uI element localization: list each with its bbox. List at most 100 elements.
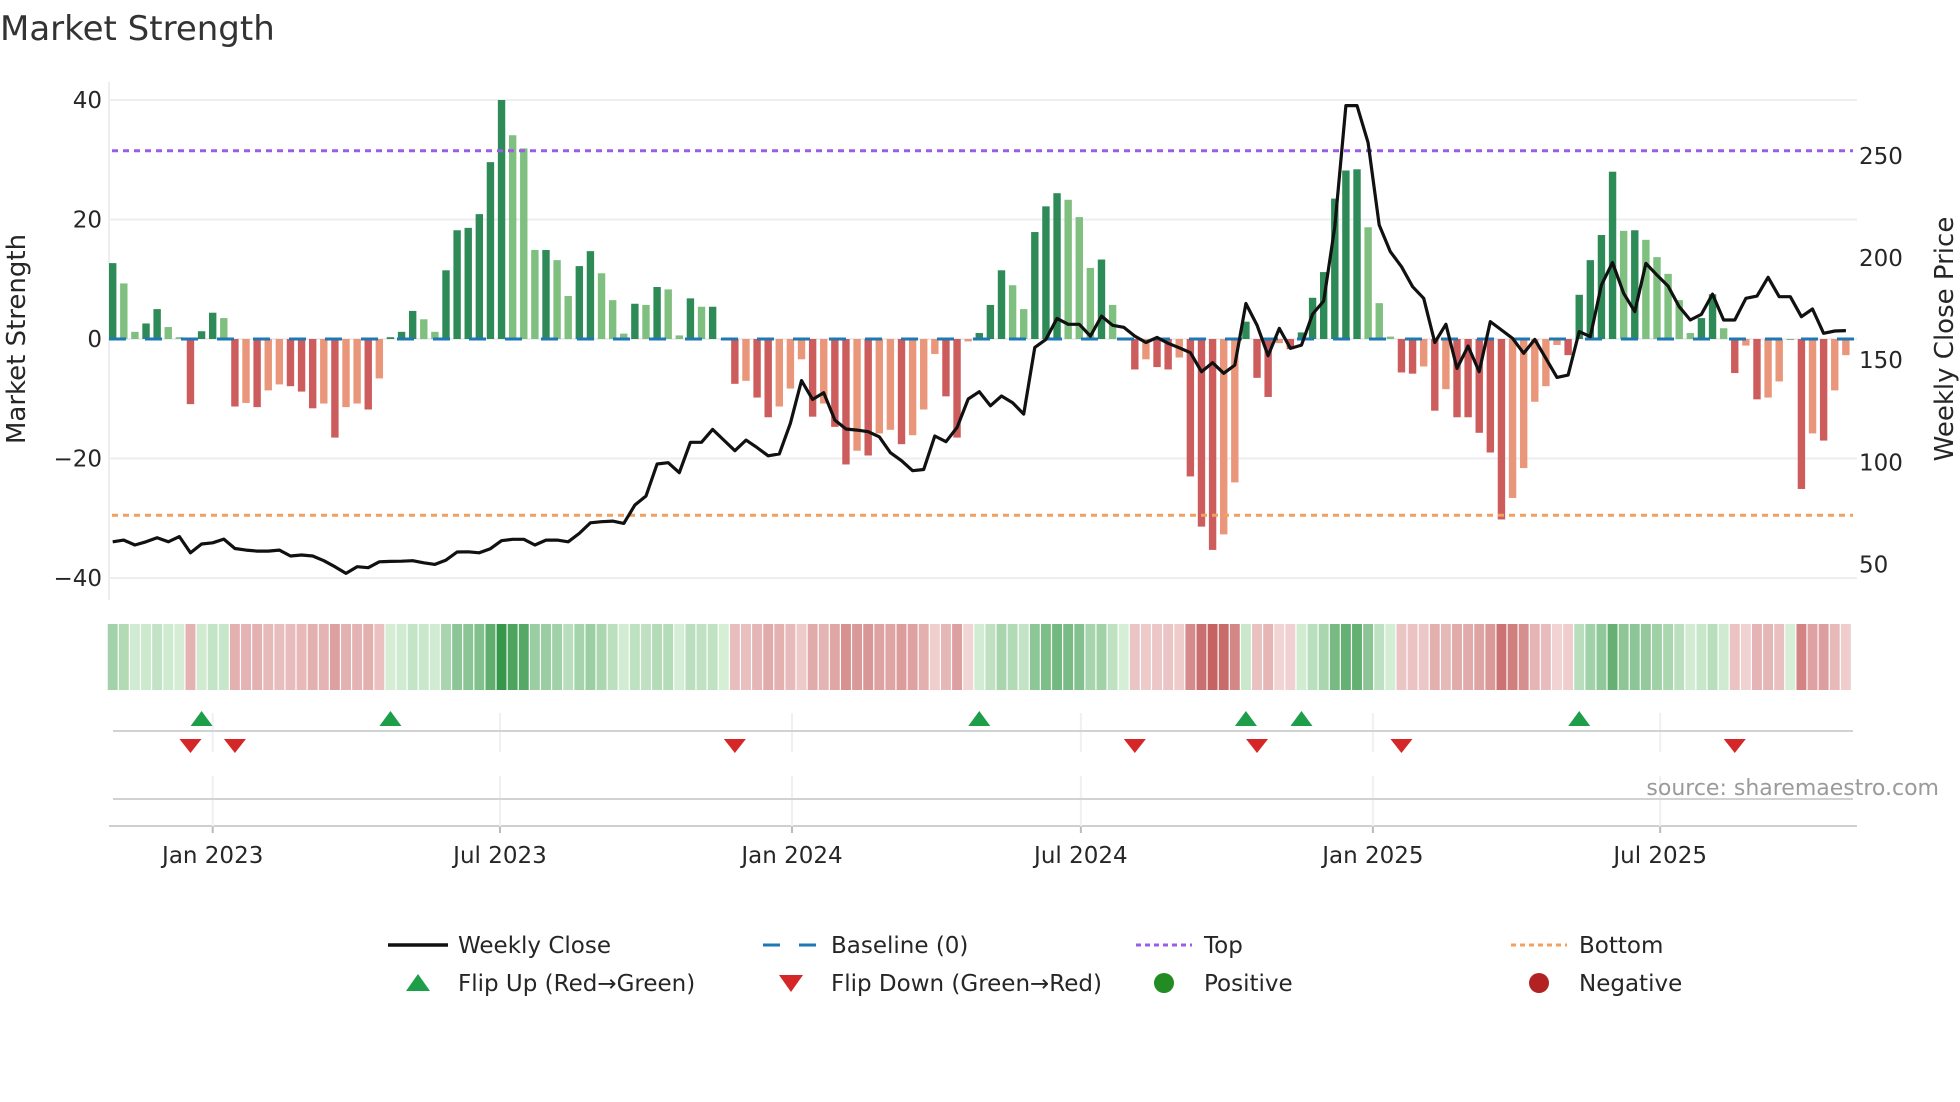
y-left-tick-label: 20 (73, 208, 102, 234)
legend-item-circle-negative: Negative (1529, 971, 1682, 997)
heat-strip-cell (196, 624, 207, 690)
strength-bar-negative (1519, 339, 1528, 469)
heat-strip-cell (1596, 624, 1607, 690)
heat-strip-cell (1785, 624, 1796, 690)
heat-strip-cell (785, 624, 796, 690)
heat-strip-cell (1452, 624, 1462, 690)
heat-strip-cell (652, 624, 663, 690)
heat-strip-cell (341, 624, 351, 690)
x-tick-label: Jan 2024 (739, 843, 842, 869)
heat-strip-cell (485, 624, 496, 690)
heat-strip-cell (241, 624, 251, 690)
heat-strip-cell (929, 624, 940, 690)
heat-strip-cell (1263, 624, 1274, 690)
heat-strip-cell (1740, 624, 1751, 690)
heat-strip-cell (1418, 624, 1429, 690)
strength-bar-positive (675, 335, 684, 339)
heat-strip-cell (307, 624, 318, 690)
strength-bar-positive (120, 283, 128, 339)
y-right-tick-label: 50 (1859, 552, 1888, 578)
y-right-tick-label: 200 (1859, 246, 1903, 272)
flip-down-marker (1123, 739, 1146, 753)
heat-strip-cell (907, 624, 918, 690)
strength-bar-negative (897, 339, 906, 445)
flip-up-marker (190, 711, 213, 726)
heat-strip-cell (1040, 624, 1051, 690)
legend: Weekly Close Baseline (0) Top Bottom Flip Up… (388, 933, 1682, 997)
heat-strip-cell (1529, 624, 1540, 690)
strength-bar-positive (1719, 328, 1728, 339)
strength-bar-negative (297, 339, 306, 392)
heat-strip-cell (274, 624, 285, 690)
strength-bar-positive (109, 263, 117, 339)
strength-bar-positive (453, 230, 461, 339)
y-left-tick-label: −40 (53, 566, 102, 592)
strength-bar-negative (1397, 339, 1406, 373)
chart-title: Market Strength (0, 9, 275, 49)
strength-bar-positive (208, 312, 217, 339)
heat-strip-cell (1340, 624, 1351, 690)
circle-icon (1529, 973, 1549, 993)
heat-strip-cell (1107, 624, 1118, 690)
heat-strip-cell (1352, 624, 1362, 690)
heat-strip-cell (285, 624, 296, 690)
strength-bar-negative (231, 339, 239, 407)
strength-bar-negative (808, 339, 817, 417)
strength-bar-negative (1753, 339, 1761, 400)
strength-bar-positive (1642, 239, 1650, 339)
heat-strip-cell (1718, 624, 1729, 690)
heat-strip-cell (1552, 624, 1562, 690)
heat-strip-cell (1629, 624, 1640, 690)
strength-bar-negative (1220, 339, 1228, 535)
strength-bar-negative (1153, 339, 1161, 368)
legend-item-dotted-top: Top (1136, 933, 1243, 959)
strength-bar-positive (1031, 232, 1039, 339)
strength-bar-negative (1797, 339, 1806, 489)
heat-strip-cell (374, 624, 385, 690)
strength-bar-negative (1819, 339, 1828, 441)
heat-strip-cell (1674, 624, 1685, 690)
heat-strip-cell (1374, 624, 1385, 690)
heat-strip-cell (229, 624, 240, 690)
flip-down-marker (1390, 739, 1413, 753)
heat-strip-cell (1118, 624, 1129, 690)
heat-strip-cell (996, 624, 1007, 690)
strength-bar-negative (286, 339, 295, 387)
heat-strip-cell (774, 624, 785, 690)
heat-strip-cell (1363, 624, 1374, 690)
strength-bar-positive (220, 318, 228, 339)
heat-strip-cell (585, 624, 596, 690)
heat-strip-cell (729, 624, 740, 690)
y-right-tick-label: 250 (1859, 144, 1903, 170)
heat-strip-cell (1085, 624, 1096, 690)
strength-bar-positive (1386, 336, 1395, 339)
heat-strip-cell (563, 624, 574, 690)
heat-strip-cell (129, 624, 140, 690)
heat-strip-cell (185, 624, 196, 690)
strength-bar-negative (1564, 339, 1572, 356)
strength-bar-negative (942, 339, 950, 397)
y-left-tick-label: 0 (87, 327, 102, 353)
strength-bar-positive (1042, 206, 1050, 339)
heat-strip-cell (1074, 624, 1085, 690)
strength-bar-positive (1653, 257, 1661, 339)
heat-strip-cell (618, 624, 629, 690)
flip-down-marker (1723, 739, 1746, 753)
strength-bar-negative (775, 339, 783, 407)
heat-strip-cell (1663, 624, 1674, 690)
heat-strip-cell (763, 624, 774, 690)
heat-strip-cell (1196, 624, 1207, 690)
legend-label: Flip Down (Green→Red) (831, 971, 1102, 997)
strength-bar-negative (342, 339, 350, 408)
heat-strip-cell (1185, 624, 1196, 690)
heat-strip-cell (441, 624, 451, 690)
strength-heat-strip (107, 624, 1851, 690)
heat-strip-cell (1729, 624, 1740, 690)
heat-strip-cell (1774, 624, 1785, 690)
strength-bar-positive (531, 249, 539, 339)
heat-strip-cell (1840, 624, 1851, 690)
strength-bar-positive (442, 270, 450, 339)
strength-bar-positive (997, 270, 1006, 339)
heat-strip-cell (529, 624, 540, 690)
strength-bar-positive (508, 135, 517, 339)
